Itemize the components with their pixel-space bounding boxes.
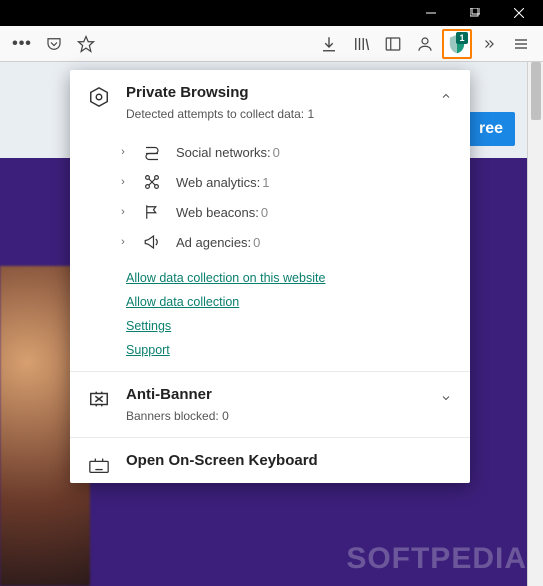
anti-banner-icon	[88, 388, 110, 410]
page-actions-button[interactable]: •••	[7, 29, 37, 59]
allow-all-link[interactable]: Allow data collection	[126, 295, 239, 309]
tracker-count: 0	[273, 145, 280, 160]
private-browsing-section: Private Browsing Detected attempts to co…	[70, 70, 470, 372]
keyboard-title: Open On-Screen Keyboard	[126, 452, 450, 469]
extension-badge-count: 1	[456, 32, 468, 44]
tracker-row-ads: › Ad agencies: 0	[118, 227, 450, 257]
browser-toolbar: ••• 1	[0, 26, 543, 62]
private-browsing-links: Allow data collection on this website Al…	[126, 271, 450, 357]
bookmark-star-icon[interactable]	[71, 29, 101, 59]
social-networks-icon	[142, 142, 162, 162]
allow-site-link[interactable]: Allow data collection on this website	[126, 271, 325, 285]
web-beacons-icon	[142, 202, 162, 222]
tracker-row-social: › Social networks: 0	[118, 137, 450, 167]
keyboard-icon	[88, 454, 110, 476]
vertical-scrollbar[interactable]	[527, 62, 543, 586]
library-icon[interactable]	[346, 29, 376, 59]
collapse-icon[interactable]	[440, 90, 452, 102]
chevron-right-icon[interactable]: ›	[118, 236, 128, 248]
overflow-icon[interactable]	[474, 29, 504, 59]
window-titlebar	[0, 0, 543, 26]
anti-banner-subtitle: Banners blocked: 0	[126, 409, 450, 423]
sidebar-icon[interactable]	[378, 29, 408, 59]
hamburger-menu-icon[interactable]	[506, 29, 536, 59]
chevron-right-icon[interactable]: ›	[118, 176, 128, 188]
watermark: SOFTPEDIA	[346, 542, 527, 576]
on-screen-keyboard-section[interactable]: Open On-Screen Keyboard	[70, 438, 470, 483]
expand-icon[interactable]	[440, 392, 452, 404]
tracker-label: Web analytics:	[176, 175, 260, 190]
tracker-row-analytics: › Web analytics: 1	[118, 167, 450, 197]
minimize-button[interactable]	[409, 0, 453, 26]
shield-hex-icon	[88, 86, 110, 108]
tracker-count: 0	[261, 205, 268, 220]
settings-link[interactable]: Settings	[126, 319, 171, 333]
private-browsing-subtitle: Detected attempts to collect data: 1	[126, 107, 450, 121]
ad-agencies-icon	[142, 232, 162, 252]
tracker-category-list: › Social networks: 0 › Web analytics: 1 …	[126, 137, 450, 257]
private-browsing-title: Private Browsing	[126, 84, 450, 101]
account-icon[interactable]	[410, 29, 440, 59]
close-button[interactable]	[497, 0, 541, 26]
chevron-right-icon[interactable]: ›	[118, 146, 128, 158]
tracker-label: Ad agencies:	[176, 235, 251, 250]
tracker-label: Web beacons:	[176, 205, 259, 220]
extension-popup: Private Browsing Detected attempts to co…	[70, 70, 470, 483]
downloads-icon[interactable]	[314, 29, 344, 59]
pocket-icon[interactable]	[39, 29, 69, 59]
kaspersky-extension-button[interactable]: 1	[442, 29, 472, 59]
support-link[interactable]: Support	[126, 343, 170, 357]
tracker-count: 1	[262, 175, 269, 190]
tracker-label: Social networks:	[176, 145, 271, 160]
maximize-button[interactable]	[453, 0, 497, 26]
tracker-row-beacons: › Web beacons: 0	[118, 197, 450, 227]
web-analytics-icon	[142, 172, 162, 192]
tracker-count: 0	[253, 235, 260, 250]
chevron-right-icon[interactable]: ›	[118, 206, 128, 218]
anti-banner-section[interactable]: Anti-Banner Banners blocked: 0	[70, 372, 470, 438]
partial-page-button[interactable]: ree	[467, 112, 515, 146]
anti-banner-title: Anti-Banner	[126, 386, 450, 403]
